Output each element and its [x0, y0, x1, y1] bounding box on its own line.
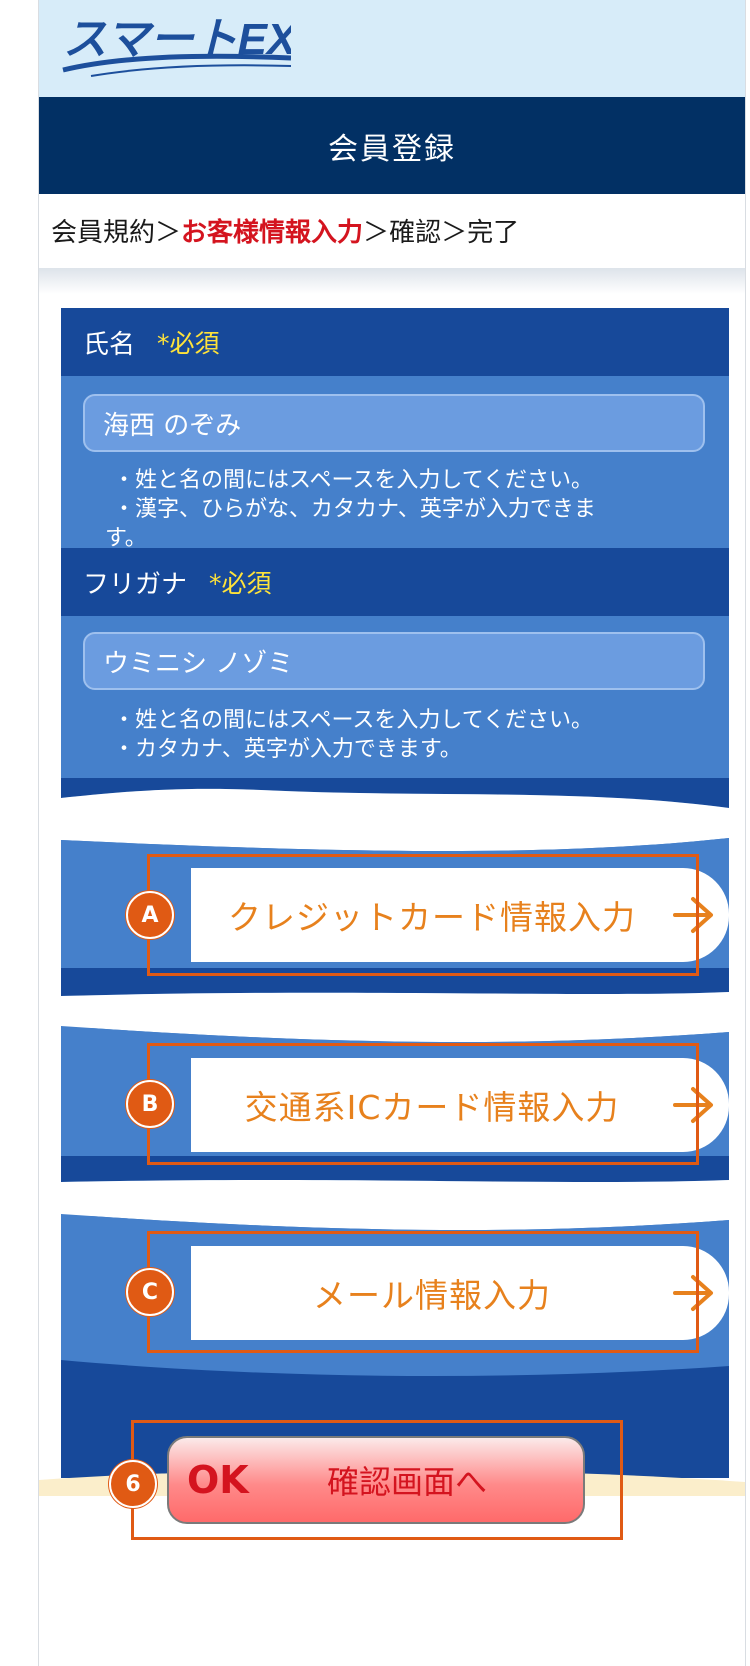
- kana-label: フリガナ: [83, 569, 188, 600]
- required-badge: *必須: [157, 329, 220, 358]
- annotation-badge-b: B: [126, 1080, 174, 1128]
- annotation-badge-a: A: [126, 891, 174, 939]
- name-hint-line: ・漢字、ひらがな、カタカナ、英字が入力できま: [113, 497, 596, 522]
- breadcrumb: 会員規約＞お客様情報入力＞確認＞完了: [51, 212, 519, 249]
- highlight-box-a: [147, 854, 699, 976]
- highlight-box-c: [147, 1231, 699, 1353]
- kana-hint-line: ・カタカナ、英字が入力できます。: [113, 737, 462, 762]
- annotation-badge-6: 6: [109, 1460, 157, 1508]
- logo-bar: スマートEX: [39, 0, 745, 97]
- breadcrumb-separator: ＞: [363, 218, 390, 248]
- name-input[interactable]: 海西 のぞみ: [83, 394, 705, 452]
- breadcrumb-step-confirm: 確認: [389, 218, 442, 248]
- kana-hint-line: ・姓と名の間にはスペースを入力してください。: [113, 708, 594, 733]
- annotation-badge-c: C: [126, 1268, 174, 1316]
- breadcrumb-step-terms: 会員規約: [51, 218, 156, 248]
- kana-input[interactable]: ウミニシ ノゾミ: [83, 632, 705, 690]
- page-title: 会員登録: [39, 97, 745, 194]
- name-hint: ・姓と名の間にはスペースを入力してください。 ・漢字、ひらがな、カタカナ、英字が…: [105, 466, 596, 553]
- confirm-label: 確認画面へ: [327, 1463, 488, 1501]
- breadcrumb-separator: ＞: [155, 218, 182, 248]
- ok-label: OK: [187, 1458, 249, 1502]
- breadcrumb-step-customer-info: お客様情報入力: [181, 218, 364, 248]
- name-hint-line: ・姓と名の間にはスペースを入力してください。: [113, 468, 594, 493]
- header-shadow: [39, 268, 745, 294]
- confirm-ok-button[interactable]: OK 確認画面へ: [167, 1436, 585, 1524]
- name-section-header: 氏名 *必須: [61, 308, 729, 376]
- breadcrumb-separator: ＞: [441, 218, 468, 248]
- name-label: 氏名: [83, 329, 136, 360]
- highlight-box-b: [147, 1043, 699, 1165]
- page-frame: スマートEX 会員登録 会員規約＞お客様情報入力＞確認＞完了 氏名 *必須 海西…: [38, 0, 746, 1666]
- breadcrumb-step-complete: 完了: [467, 218, 520, 248]
- smart-ex-logo: スマートEX: [62, 15, 291, 77]
- required-badge: *必須: [209, 569, 272, 598]
- kana-hint: ・姓と名の間にはスペースを入力してください。 ・カタカナ、英字が入力できます。: [113, 706, 593, 764]
- kana-section-header: フリガナ *必須: [61, 548, 729, 616]
